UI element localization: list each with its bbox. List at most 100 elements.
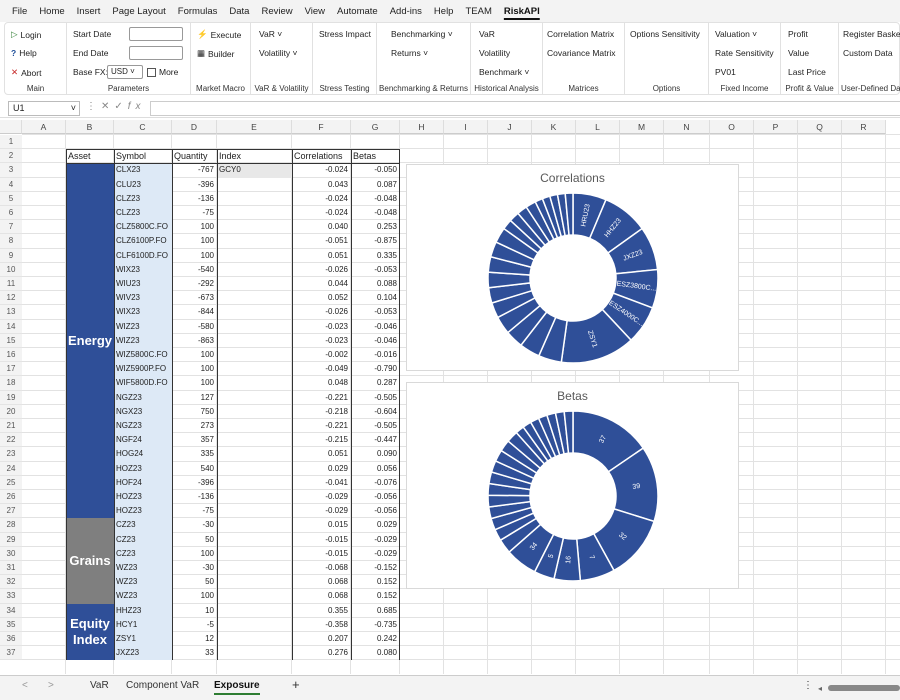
volatility-dropdown[interactable]: Volatility ˅ xyxy=(259,48,298,58)
end-date-input[interactable] xyxy=(129,46,183,60)
chart-betas[interactable]: Betas 37 39 32 7 16 5 34 xyxy=(406,382,739,589)
column-header[interactable]: P xyxy=(754,120,798,134)
covariance-matrix-button[interactable]: Covariance Matrix xyxy=(547,48,616,58)
name-box[interactable]: U1 ˅ xyxy=(8,101,80,116)
column-header[interactable]: E xyxy=(217,120,292,134)
row-header[interactable]: 25 xyxy=(0,475,22,490)
row-header[interactable]: 23 xyxy=(0,447,22,462)
column-header[interactable]: I xyxy=(444,120,488,134)
row-header[interactable]: 20 xyxy=(0,404,22,419)
row-header[interactable]: 35 xyxy=(0,617,22,632)
column-header[interactable]: M xyxy=(620,120,664,134)
row-header[interactable]: 11 xyxy=(0,277,22,292)
row-header[interactable]: 36 xyxy=(0,632,22,647)
row-header[interactable]: 18 xyxy=(0,376,22,391)
row-header[interactable]: 1 xyxy=(0,135,22,150)
row-header[interactable]: 16 xyxy=(0,348,22,363)
row-header[interactable]: 4 xyxy=(0,177,22,192)
column-header[interactable]: B xyxy=(66,120,114,134)
row-header[interactable]: 24 xyxy=(0,461,22,476)
rate-sensitivity-button[interactable]: Rate Sensitivity xyxy=(715,48,774,58)
fx-icon[interactable]: fx xyxy=(128,101,146,112)
menu-file[interactable]: File xyxy=(12,6,27,17)
custom-data-button[interactable]: Custom Data xyxy=(843,48,893,58)
tab-var[interactable]: VaR xyxy=(90,680,109,691)
last-price-button[interactable]: Last Price xyxy=(788,67,826,77)
correlation-matrix-button[interactable]: Correlation Matrix xyxy=(547,29,614,39)
login-button[interactable]: ▷ Login xyxy=(11,29,41,40)
hist-var-button[interactable]: VaR xyxy=(479,29,495,39)
menu-add-ins[interactable]: Add-ins xyxy=(390,6,422,17)
menu-automate[interactable]: Automate xyxy=(337,6,378,17)
register-basket-button[interactable]: Register Basket xyxy=(843,29,900,39)
row-header[interactable]: 34 xyxy=(0,603,22,618)
column-header[interactable]: L xyxy=(576,120,620,134)
add-sheet-icon[interactable]: + xyxy=(292,677,300,692)
menu-home[interactable]: Home xyxy=(39,6,64,17)
menu-review[interactable]: Review xyxy=(261,6,292,17)
stress-impact-button[interactable]: Stress Impact xyxy=(319,29,371,39)
options-sensitivity-button[interactable]: Options Sensitivity xyxy=(630,29,700,39)
column-header[interactable]: F xyxy=(292,120,351,134)
row-header[interactable]: 3 xyxy=(0,163,22,178)
select-all-corner[interactable] xyxy=(0,120,22,134)
row-header[interactable]: 12 xyxy=(0,291,22,306)
menu-riskapi[interactable]: RiskAPI xyxy=(504,6,540,17)
row-header[interactable]: 28 xyxy=(0,518,22,533)
returns-dropdown[interactable]: Returns ˅ xyxy=(391,48,428,58)
column-header[interactable]: C xyxy=(114,120,172,134)
column-header[interactable]: K xyxy=(532,120,576,134)
column-header[interactable]: N xyxy=(664,120,710,134)
column-header[interactable]: H xyxy=(400,120,444,134)
row-header[interactable]: 13 xyxy=(0,305,22,320)
benchmarking-dropdown[interactable]: Benchmarking ˅ xyxy=(391,29,453,39)
row-header[interactable]: 29 xyxy=(0,532,22,547)
row-header[interactable]: 22 xyxy=(0,433,22,448)
row-header[interactable]: 8 xyxy=(0,234,22,249)
profit-button[interactable]: Profit xyxy=(788,29,808,39)
row-header[interactable]: 27 xyxy=(0,504,22,519)
row-header[interactable]: 6 xyxy=(0,206,22,221)
start-date-input[interactable] xyxy=(129,27,183,41)
row-header[interactable]: 31 xyxy=(0,561,22,576)
menu-view[interactable]: View xyxy=(305,6,325,17)
menu-data[interactable]: Data xyxy=(229,6,249,17)
chart-correlations[interactable]: Correlations HRU23 HHZ23 JXZ23 ESZ3800C... ES… xyxy=(406,164,739,371)
row-header[interactable]: 10 xyxy=(0,262,22,277)
column-header[interactable]: J xyxy=(488,120,532,134)
column-header[interactable]: R xyxy=(842,120,886,134)
row-header[interactable]: 21 xyxy=(0,419,22,434)
row-header[interactable]: 33 xyxy=(0,589,22,604)
row-header[interactable]: 14 xyxy=(0,319,22,334)
abort-button[interactable]: ✕ Abort xyxy=(11,67,41,78)
column-header[interactable]: Q xyxy=(798,120,842,134)
benchmark-dropdown[interactable]: Benchmark ˅ xyxy=(479,67,529,77)
formula-input[interactable] xyxy=(150,101,900,116)
menu-formulas[interactable]: Formulas xyxy=(178,6,218,17)
row-header[interactable]: 37 xyxy=(0,646,22,661)
row-header[interactable]: 9 xyxy=(0,248,22,263)
row-header[interactable]: 15 xyxy=(0,333,22,348)
prev-sheet-icon[interactable]: < xyxy=(22,680,28,691)
menu-help[interactable]: Help xyxy=(434,6,454,17)
column-header[interactable]: A xyxy=(22,120,66,134)
pv01-button[interactable]: PV01 xyxy=(715,67,736,77)
value-button[interactable]: Value xyxy=(788,48,809,58)
row-header[interactable]: 7 xyxy=(0,220,22,235)
row-header[interactable]: 30 xyxy=(0,546,22,561)
row-header[interactable]: 26 xyxy=(0,490,22,505)
help-button[interactable]: ? Help xyxy=(11,48,37,58)
valuation-dropdown[interactable]: Valuation ˅ xyxy=(715,29,757,39)
base-fx-select[interactable]: USD ˅ xyxy=(107,65,143,79)
next-sheet-icon[interactable]: > xyxy=(48,680,54,691)
execute-button[interactable]: ⚡ Execute xyxy=(197,29,241,40)
scroll-left-icon[interactable]: ◂ xyxy=(818,684,822,693)
menu-page-layout[interactable]: Page Layout xyxy=(112,6,165,17)
column-header[interactable]: D xyxy=(172,120,217,134)
more-options-icon[interactable]: ⋮ xyxy=(803,680,813,691)
row-header[interactable]: 2 xyxy=(0,149,22,164)
row-header[interactable]: 32 xyxy=(0,575,22,590)
row-header[interactable]: 17 xyxy=(0,362,22,377)
horizontal-scrollbar[interactable] xyxy=(828,685,900,691)
menu-team[interactable]: TEAM xyxy=(465,6,491,17)
